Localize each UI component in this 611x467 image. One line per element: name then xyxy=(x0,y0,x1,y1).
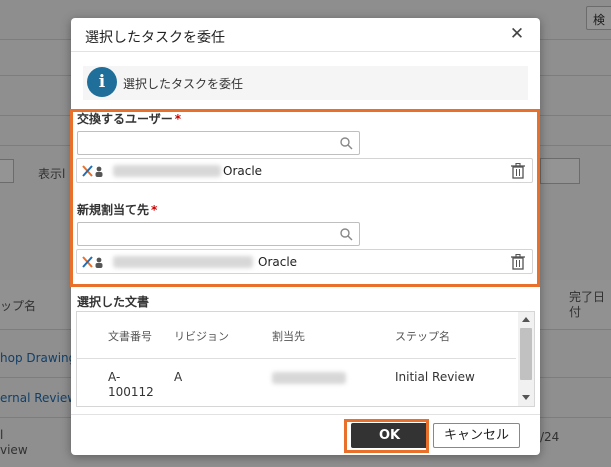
documents-table: 文書番号 リビジョン 割当先 ステップ名 A- 100112 A Initial… xyxy=(76,311,535,407)
scroll-down-icon[interactable] xyxy=(522,395,530,400)
info-message-text: 選択したタスクを委任 xyxy=(123,77,244,91)
column-step-name: ステップ名 xyxy=(395,330,450,343)
column-revision: リビジョン xyxy=(174,330,229,343)
selected-documents-label: 選択した文書 xyxy=(77,295,150,309)
revision-cell: A xyxy=(174,370,183,384)
close-icon[interactable]: ✕ xyxy=(505,22,529,46)
highlight-ok-button xyxy=(344,419,429,453)
table-scrollbar[interactable] xyxy=(518,312,534,406)
cancel-button[interactable]: キャンセル xyxy=(433,423,520,448)
scroll-thumb[interactable] xyxy=(520,328,532,380)
info-icon: i xyxy=(87,67,117,97)
column-doc-number: 文書番号 xyxy=(108,330,152,343)
header-divider xyxy=(77,358,516,359)
info-message: i 選択したタスクを委任 xyxy=(83,66,528,100)
dialog-title: 選択したタスクを委任 xyxy=(85,30,225,46)
column-assignee: 割当先 xyxy=(272,330,305,343)
step-name-cell: Initial Review xyxy=(395,370,475,384)
doc-number-cell: A- 100112 xyxy=(108,370,154,399)
highlight-user-fields xyxy=(70,109,540,287)
dialog-header: 選択したタスクを委任 ✕ xyxy=(71,18,540,52)
redacted-assignee xyxy=(272,372,346,384)
dialog-footer xyxy=(71,414,540,415)
scroll-up-icon[interactable] xyxy=(522,317,530,322)
